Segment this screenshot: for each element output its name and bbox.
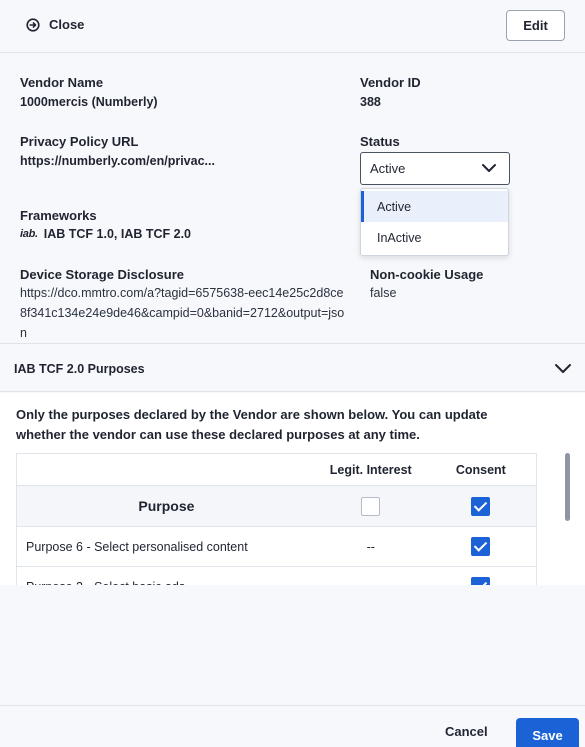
close-button[interactable]: Close xyxy=(26,17,84,32)
purpose-name: Purpose 2 - Select basic ads xyxy=(15,566,316,585)
purposes-section-title: IAB TCF 2.0 Purposes xyxy=(14,362,145,376)
table-row: Purpose 6 - Select personalised content … xyxy=(15,526,537,567)
consent-cell xyxy=(425,566,537,585)
frameworks-label: Frameworks xyxy=(20,208,97,223)
purpose-header-row: Purpose xyxy=(15,485,537,527)
cancel-button[interactable]: Cancel xyxy=(445,724,488,739)
consent-checkbox[interactable] xyxy=(471,537,491,556)
status-label: Status xyxy=(360,134,400,149)
legit-interest-all-cell xyxy=(315,485,426,527)
purposes-table: Legit. Interest Consent Purpose Purpose … xyxy=(15,453,537,585)
consent-header: Consent xyxy=(425,453,537,486)
empty-area xyxy=(0,585,585,705)
legit-interest-all-checkbox[interactable] xyxy=(361,496,381,516)
status-option-inactive[interactable]: InActive xyxy=(361,222,508,253)
purposes-scroll-area[interactable]: Only the purposes declared by the Vendor… xyxy=(0,393,585,585)
frameworks-value: IAB TCF 1.0, IAB TCF 2.0 xyxy=(43,227,191,241)
footer-bar: Cancel Save xyxy=(0,705,585,747)
table-row: Purpose 2 - Select basic ads -- xyxy=(15,566,537,585)
frameworks-value-row: iab. IAB TCF 1.0, IAB TCF 2.0 xyxy=(20,227,191,241)
close-label: Close xyxy=(49,17,85,32)
vendor-id-value: 388 xyxy=(360,95,381,109)
consent-checkbox[interactable] xyxy=(471,577,491,585)
status-dropdown-menu: Active InActive xyxy=(360,188,509,256)
consent-all-cell xyxy=(425,485,537,527)
privacy-policy-label: Privacy Policy URL xyxy=(20,134,139,149)
non-cookie-label: Non-cookie Usage xyxy=(370,267,484,282)
device-storage-label: Device Storage Disclosure xyxy=(20,267,185,282)
status-option-active[interactable]: Active xyxy=(361,191,508,222)
legit-interest-value: -- xyxy=(315,566,426,585)
privacy-policy-value: https://numberly.com/en/privac... xyxy=(20,154,215,168)
vendor-name-label: Vendor Name xyxy=(20,75,104,90)
legit-interest-header: Legit. Interest xyxy=(315,453,426,486)
device-storage-value: https://dco.mmtro.com/a?tagid=6575638-ee… xyxy=(20,286,345,340)
purpose-name: Purpose 6 - Select personalised content xyxy=(15,526,316,567)
legit-interest-value: -- xyxy=(315,526,426,567)
consent-cell xyxy=(425,526,537,567)
iab-logo: iab. xyxy=(20,228,38,240)
vendor-name-value: 1000mercis (Numberly) xyxy=(20,95,158,109)
scrollbar-thumb[interactable] xyxy=(565,453,570,521)
chevron-down-icon xyxy=(482,164,496,172)
top-bar: Close Edit xyxy=(0,0,585,53)
purposes-intro-text: Only the purposes declared by the Vendor… xyxy=(16,407,488,442)
purpose-column-title: Purpose xyxy=(15,485,316,527)
consent-all-checkbox[interactable] xyxy=(471,496,491,516)
status-select[interactable]: Active xyxy=(360,152,510,185)
table-header-row: Legit. Interest Consent xyxy=(15,453,537,486)
status-selected-value: Active xyxy=(370,161,406,176)
non-cookie-value: false xyxy=(370,286,397,300)
purposes-section-header[interactable]: IAB TCF 2.0 Purposes xyxy=(0,345,585,392)
vendor-details: Vendor Name 1000mercis (Numberly) Vendor… xyxy=(0,54,585,344)
circle-arrow-right-icon xyxy=(26,17,40,32)
table-header-empty xyxy=(15,453,316,486)
edit-button[interactable]: Edit xyxy=(506,10,565,41)
vendor-id-label: Vendor ID xyxy=(360,75,421,90)
save-button[interactable]: Save xyxy=(516,718,579,747)
chevron-down-icon[interactable] xyxy=(554,362,572,374)
